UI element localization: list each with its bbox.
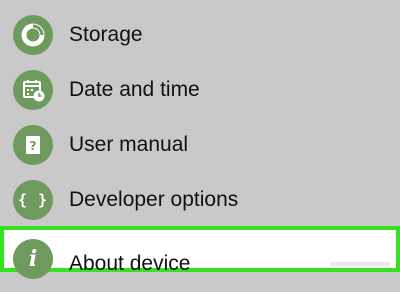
settings-item-date-and-time[interactable]: Date and time — [0, 62, 400, 118]
settings-item-label: Storage — [69, 23, 143, 46]
settings-item-label: About device — [69, 252, 191, 275]
help-book-icon: ? — [13, 125, 53, 165]
braces-icon: { } — [13, 180, 53, 220]
info-icon: i — [13, 239, 53, 279]
storage-icon — [13, 15, 53, 55]
scroll-indicator — [330, 262, 390, 266]
settings-item-label: User manual — [69, 133, 189, 156]
settings-item-storage[interactable]: Storage — [0, 7, 400, 63]
settings-item-developer-options[interactable]: { } Developer options — [0, 172, 400, 228]
settings-item-label: Developer options — [69, 188, 239, 211]
settings-screen: Storage Date and time ? User manual {} … — [0, 0, 400, 279]
settings-item-label: Date and time — [69, 78, 200, 101]
svg-text:?: ? — [30, 139, 37, 153]
calendar-clock-icon — [13, 70, 53, 110]
settings-item-user-manual[interactable]: ? User manual — [0, 117, 400, 173]
